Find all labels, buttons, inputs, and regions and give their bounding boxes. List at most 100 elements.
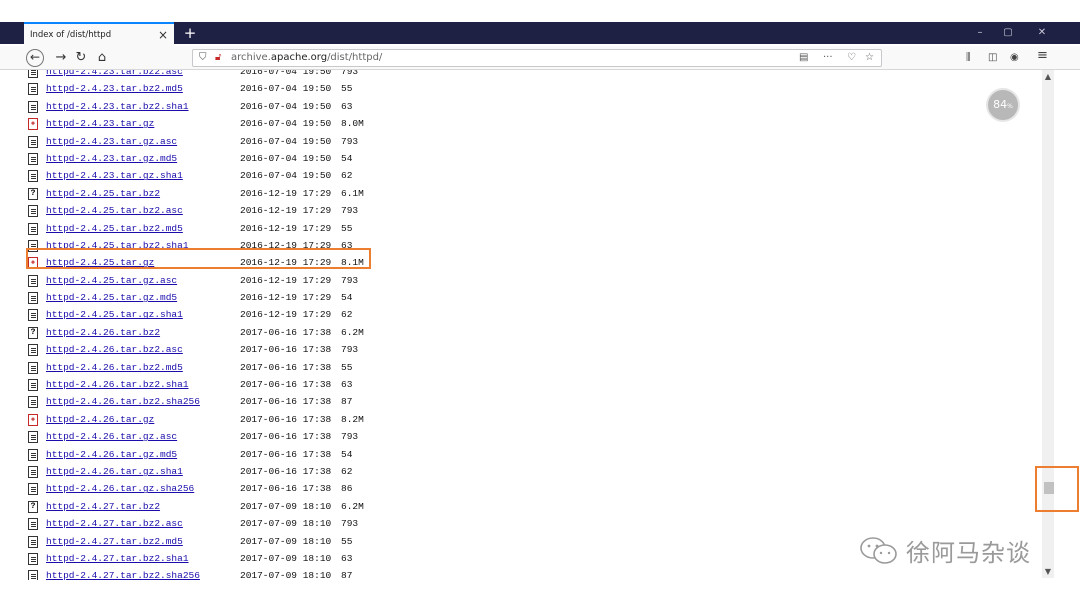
file-link[interactable]: httpd-2.4.23.tar.gz.asc xyxy=(46,133,177,150)
file-row: httpd-2.4.26.tar.gz.asc 2017-06-16 17:38 7… xyxy=(28,428,428,445)
file-link[interactable]: httpd-2.4.26.tar.bz2.asc xyxy=(46,341,183,358)
file-row: httpd-2.4.27.tar.bz2.sha256 2017-07-09 18… xyxy=(28,567,428,580)
file-row: httpd-2.4.26.tar.bz2.sha256 2017-06-16 17… xyxy=(28,393,428,410)
home-button[interactable]: ⌂ xyxy=(93,49,111,67)
file-link[interactable]: httpd-2.4.23.tar.gz.md5 xyxy=(46,150,177,167)
file-row: ? httpd-2.4.25.tar.bz2 2016-12-19 17:29 6.1… xyxy=(28,185,428,202)
file-size: 63 xyxy=(341,552,353,564)
file-link[interactable]: httpd-2.4.27.tar.bz2 xyxy=(46,498,160,515)
file-size: 63 xyxy=(341,379,353,391)
forward-button[interactable]: → xyxy=(52,49,70,67)
file-size: 793 xyxy=(341,344,359,356)
file-link[interactable]: httpd-2.4.23.tar.bz2.sha1 xyxy=(46,98,189,115)
file-size: 54 xyxy=(341,292,353,304)
file-size: 55 xyxy=(341,361,353,373)
file-size: 6.1M xyxy=(341,187,364,199)
file-row: httpd-2.4.23.tar.bz2.asc 2016-07-04 19:50… xyxy=(28,70,428,80)
file-link[interactable]: httpd-2.4.26.tar.gz xyxy=(46,411,154,428)
file-link[interactable]: httpd-2.4.26.tar.gz.sha1 xyxy=(46,463,183,480)
file-link[interactable]: httpd-2.4.25.tar.gz.sha1 xyxy=(46,306,183,323)
close-window-button[interactable]: ✕ xyxy=(1030,22,1054,44)
new-tab-button[interactable]: + xyxy=(180,22,200,44)
reader-view-icon[interactable]: ▤ xyxy=(799,51,808,65)
file-date: 2017-07-09 18:10 xyxy=(240,518,332,530)
insecure-lock-icon[interactable]: 🔓︎ xyxy=(215,51,221,65)
file-row: httpd-2.4.27.tar.bz2.sha1 2017-07-09 18:1… xyxy=(28,550,428,567)
file-link[interactable]: httpd-2.4.23.tar.bz2.md5 xyxy=(46,80,183,97)
page-actions-icon[interactable]: ··· xyxy=(823,51,833,65)
file-date: 2016-07-04 19:50 xyxy=(240,70,332,77)
restore-button[interactable]: ▢ xyxy=(996,22,1020,44)
bookmark-star-icon[interactable]: ☆ xyxy=(865,51,874,65)
url-text[interactable]: archive.apache.org/dist/httpd/ xyxy=(231,52,382,63)
file-link[interactable]: httpd-2.4.27.tar.bz2.sha1 xyxy=(46,550,189,567)
file-link[interactable]: httpd-2.4.25.tar.bz2.md5 xyxy=(46,220,183,237)
file-row: ? httpd-2.4.26.tar.bz2 2017-06-16 17:38 6.2… xyxy=(28,324,428,341)
file-list: httpd-2.4.23.tar.bz2.asc 2016-07-04 19:50… xyxy=(28,70,428,580)
back-button[interactable]: ← xyxy=(26,49,44,67)
file-size: 86 xyxy=(341,483,353,495)
text-file-icon xyxy=(28,135,38,148)
file-link[interactable]: httpd-2.4.26.tar.bz2.sha1 xyxy=(46,376,189,393)
file-row: ? httpd-2.4.27.tar.bz2 2017-07-09 18:10 6.2… xyxy=(28,498,428,515)
file-link[interactable]: httpd-2.4.26.tar.gz.asc xyxy=(46,428,177,445)
shield-icon[interactable]: ⛉ xyxy=(199,51,207,65)
library-icon[interactable]: ⫼ xyxy=(966,50,971,66)
file-size: 8.2M xyxy=(341,413,364,425)
unknown-file-icon: ? xyxy=(28,187,38,200)
pocket-icon[interactable]: ♡ xyxy=(847,51,856,65)
file-row: httpd-2.4.26.tar.gz.sha1 2017-06-16 17:38… xyxy=(28,463,428,480)
file-link[interactable]: httpd-2.4.26.tar.bz2 xyxy=(46,324,160,341)
file-date: 2016-07-04 19:50 xyxy=(240,100,332,112)
text-file-icon xyxy=(28,483,38,496)
text-file-icon xyxy=(28,465,38,478)
file-size: 6.2M xyxy=(341,326,364,338)
file-row: httpd-2.4.26.tar.bz2.sha1 2017-06-16 17:3… xyxy=(28,376,428,393)
file-link[interactable]: httpd-2.4.27.tar.bz2.asc xyxy=(46,515,183,532)
file-link[interactable]: httpd-2.4.25.tar.gz.asc xyxy=(46,272,177,289)
text-file-icon xyxy=(28,152,38,165)
compressed-file-icon: ◈ xyxy=(28,118,38,131)
file-link[interactable]: httpd-2.4.25.tar.gz.md5 xyxy=(46,289,177,306)
menu-icon[interactable]: ≡ xyxy=(1037,48,1048,64)
file-link[interactable]: httpd-2.4.26.tar.bz2.sha256 xyxy=(46,393,200,410)
account-icon[interactable]: ◉ xyxy=(1010,50,1019,66)
file-link[interactable]: httpd-2.4.23.tar.gz xyxy=(46,115,154,132)
scroll-up-arrow-icon[interactable]: ▲ xyxy=(1042,72,1054,81)
tab-index-of-dist-httpd[interactable]: Index of /dist/httpd × xyxy=(24,22,174,46)
file-date: 2017-06-16 17:38 xyxy=(240,379,332,391)
file-row: httpd-2.4.23.tar.gz.sha1 2016-07-04 19:50… xyxy=(28,167,428,184)
file-size: 6.2M xyxy=(341,500,364,512)
file-row: httpd-2.4.26.tar.gz.sha256 2017-06-16 17:… xyxy=(28,480,428,497)
file-row: httpd-2.4.23.tar.gz.md5 2016-07-04 19:50 5… xyxy=(28,150,428,167)
minimize-button[interactable]: – xyxy=(968,22,992,44)
sidebar-icon[interactable]: ◫ xyxy=(988,50,997,66)
file-size: 62 xyxy=(341,170,353,182)
file-date: 2017-06-16 17:38 xyxy=(240,326,332,338)
scroll-down-arrow-icon[interactable]: ▼ xyxy=(1042,567,1054,576)
file-date: 2017-06-16 17:38 xyxy=(240,361,332,373)
file-link[interactable]: httpd-2.4.25.tar.bz2.asc xyxy=(46,202,183,219)
file-link[interactable]: httpd-2.4.26.tar.bz2.md5 xyxy=(46,359,183,376)
file-link[interactable]: httpd-2.4.27.tar.bz2.sha256 xyxy=(46,567,200,580)
text-file-icon xyxy=(28,431,38,444)
reload-button[interactable]: ↻ xyxy=(72,49,90,67)
file-date: 2016-07-04 19:50 xyxy=(240,135,332,147)
file-link[interactable]: httpd-2.4.23.tar.bz2.asc xyxy=(46,70,183,80)
watermark-text: 徐阿马杂谈 xyxy=(906,538,1031,567)
file-size: 793 xyxy=(341,70,359,77)
file-link[interactable]: httpd-2.4.26.tar.gz.md5 xyxy=(46,446,177,463)
file-link[interactable]: httpd-2.4.27.tar.bz2.md5 xyxy=(46,533,183,550)
file-link[interactable]: httpd-2.4.25.tar.bz2 xyxy=(46,185,160,202)
file-link[interactable]: httpd-2.4.26.tar.gz.sha256 xyxy=(46,480,194,497)
file-date: 2016-07-04 19:50 xyxy=(240,83,332,95)
url-bar[interactable]: ⛉ 🔓︎ archive.apache.org/dist/httpd/ ▤ ··… xyxy=(192,49,882,67)
file-date: 2016-12-19 17:29 xyxy=(240,274,332,286)
highlight-box-httpd-2.4.25-tar-gz xyxy=(26,248,371,269)
file-size: 793 xyxy=(341,518,359,530)
file-row: httpd-2.4.27.tar.bz2.asc 2017-07-09 18:10… xyxy=(28,515,428,532)
file-date: 2017-06-16 17:38 xyxy=(240,483,332,495)
tab-close-icon[interactable]: × xyxy=(158,27,168,43)
file-date: 2017-06-16 17:38 xyxy=(240,413,332,425)
file-link[interactable]: httpd-2.4.23.tar.gz.sha1 xyxy=(46,167,183,184)
